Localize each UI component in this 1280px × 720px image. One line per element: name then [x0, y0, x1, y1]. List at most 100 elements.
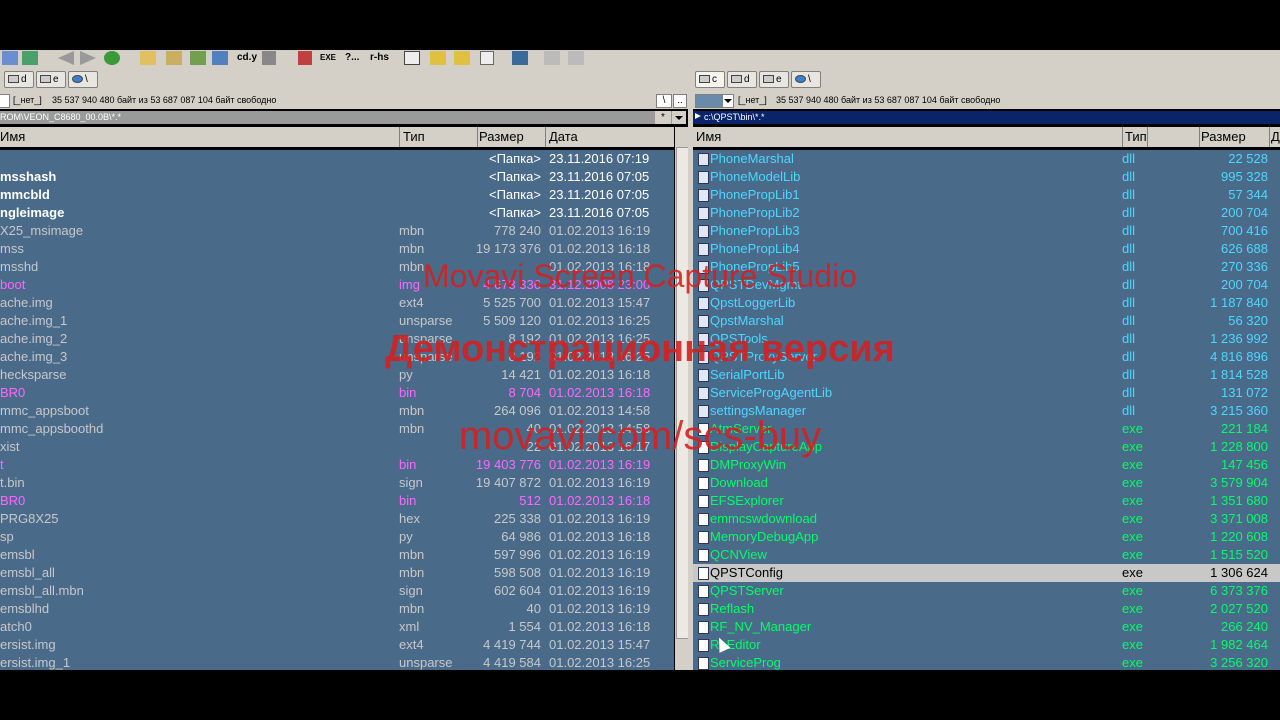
filter-icon[interactable] — [166, 51, 182, 65]
view-icon[interactable] — [140, 51, 156, 65]
table-row[interactable]: BR0 bin 8 704 01.02.2013 16:18 — [0, 384, 674, 402]
table-row[interactable]: PhoneModelLib dll 995 328 — [693, 168, 1280, 186]
table-row[interactable]: mmcbld <Папка> 23.11.2016 07:05 — [0, 186, 674, 204]
right-drive-dropdown[interactable] — [722, 94, 734, 108]
file-type: exe — [1122, 601, 1143, 616]
refresh-icon[interactable] — [104, 51, 120, 65]
table-row[interactable]: PhonePropLib3 dll 700 416 — [693, 222, 1280, 240]
left-col-type[interactable]: Тип — [401, 127, 478, 147]
drive-icon — [8, 75, 19, 84]
edit-icon[interactable] — [404, 51, 420, 65]
left-col-date[interactable]: Дата — [549, 127, 673, 147]
table-row[interactable]: ersist.img ext4 4 419 744 01.02.2013 15:47 — [0, 636, 674, 654]
help-button[interactable]: ?... — [345, 52, 359, 64]
picture-icon[interactable] — [190, 51, 206, 65]
file-type: hex — [399, 511, 420, 526]
right-col-name[interactable]: Имя — [696, 127, 1123, 147]
cut-icon[interactable] — [298, 51, 312, 65]
left-dropdown-button[interactable] — [672, 111, 686, 124]
left-col-name[interactable]: Имя — [0, 127, 400, 147]
pointer-icon[interactable] — [262, 51, 276, 65]
table-row[interactable]: RLEditor exe 1 982 464 — [693, 636, 1280, 654]
table-row[interactable]: QpstLoggerLib dll 1 187 840 — [693, 294, 1280, 312]
right-drive-c[interactable]: c — [695, 71, 725, 88]
table-row[interactable]: ngleimage <Папка> 23.11.2016 07:05 — [0, 204, 674, 222]
table-row[interactable]: emsblhd mbn 40 01.02.2013 16:19 — [0, 600, 674, 618]
watermark-line1: Movavi Screen Capture Studio — [423, 258, 857, 294]
table-row[interactable]: msshash <Папка> 23.11.2016 07:05 — [0, 168, 674, 186]
table-row[interactable]: BR0 bin 512 01.02.2013 16:18 — [0, 492, 674, 510]
left-root-button[interactable]: \ — [656, 94, 672, 108]
exe-file-icon — [698, 513, 709, 526]
rhs-button[interactable]: r-hs — [370, 52, 389, 64]
copy-icon[interactable] — [212, 51, 228, 65]
file-type: exe — [1122, 583, 1143, 598]
table-row[interactable]: sp py 64 986 01.02.2013 16:18 — [0, 528, 674, 546]
file-size: 131 072 — [1221, 385, 1268, 400]
table-row[interactable]: PRG8X25 hex 225 338 01.02.2013 16:19 — [0, 510, 674, 528]
table-row[interactable]: MemoryDebugApp exe 1 220 608 — [693, 528, 1280, 546]
watermark-line3: movavi.com/scs-buy — [458, 414, 822, 458]
file-name: PhonePropLib3 — [710, 223, 800, 238]
table-row[interactable]: ServiceProg exe 3 256 320 — [693, 654, 1280, 670]
table-row[interactable]: Reflash exe 2 027 520 — [693, 600, 1280, 618]
tool-icon[interactable] — [544, 51, 560, 65]
folder2-icon[interactable] — [454, 51, 470, 65]
left-col-size[interactable]: Размер — [479, 127, 546, 147]
monitor-icon[interactable] — [512, 51, 528, 65]
table-row[interactable]: QPSTServer exe 6 373 376 — [693, 582, 1280, 600]
table-row[interactable]: atch0 xml 1 554 01.02.2013 16:18 — [0, 618, 674, 636]
right-col-type[interactable]: Тип — [1124, 127, 1200, 153]
table-row[interactable]: ersist.img_1 unsparse 4 419 584 01.02.2013 … — [0, 654, 674, 670]
right-drive-d[interactable]: d — [727, 71, 757, 88]
table-row[interactable]: emsbl mbn 597 996 01.02.2013 16:19 — [0, 546, 674, 564]
tool2-icon[interactable] — [568, 51, 584, 65]
table-row[interactable]: emsbl_all mbn 598 508 01.02.2013 16:19 — [0, 564, 674, 582]
table-row[interactable]: <Папка> 23.11.2016 07:19 — [0, 150, 674, 168]
left-scrollbar[interactable] — [675, 127, 689, 670]
right-drive-root[interactable]: \ — [791, 71, 821, 88]
file-name: PhonePropLib4 — [710, 241, 800, 256]
table-row[interactable]: PhoneMarshal dll 22 528 — [693, 150, 1280, 168]
right-col-date[interactable]: Д — [1271, 127, 1280, 147]
table-row[interactable]: ServiceProgAgentLib dll 131 072 — [693, 384, 1280, 402]
right-drive-select[interactable] — [695, 94, 723, 108]
cmd-button[interactable]: cd.y — [237, 52, 257, 64]
left-drive-select[interactable] — [0, 94, 10, 108]
table-row[interactable]: RF_NV_Manager exe 266 240 — [693, 618, 1280, 636]
file-size: 57 344 — [1228, 187, 1268, 202]
table-row[interactable]: emsbl_all.mbn sign 602 604 01.02.2013 16:19 — [0, 582, 674, 600]
left-drive-d[interactable]: d — [4, 71, 34, 88]
table-row[interactable]: PhonePropLib2 dll 200 704 — [693, 204, 1280, 222]
table-row[interactable]: X25_msimage mbn 778 240 01.02.2013 16:19 — [0, 222, 674, 240]
network-icon[interactable] — [22, 51, 38, 65]
file-date: 23.11.2016 07:05 — [549, 205, 650, 220]
table-row[interactable]: t.bin sign 19 407 872 01.02.2013 16:19 — [0, 474, 674, 492]
table-row[interactable]: PhonePropLib1 dll 57 344 — [693, 186, 1280, 204]
table-row[interactable]: ache.img ext4 5 525 700 01.02.2013 15:47 — [0, 294, 674, 312]
right-column-header: Имя Тип Размер Д — [693, 127, 1280, 153]
grid-icon[interactable] — [480, 51, 494, 65]
table-row[interactable]: emmcswdownload exe 3 371 008 — [693, 510, 1280, 528]
table-row[interactable]: mss mbn 19 173 376 01.02.2013 16:18 — [0, 240, 674, 258]
left-star-button[interactable]: * — [655, 111, 671, 124]
table-row[interactable]: Download exe 3 579 904 — [693, 474, 1280, 492]
folder-icon[interactable] — [430, 51, 446, 65]
right-col-size[interactable]: Размер — [1201, 127, 1270, 147]
right-drive-e[interactable]: e — [759, 71, 789, 88]
left-drive-e[interactable]: e — [36, 71, 66, 88]
file-name: mmcbld — [0, 187, 50, 202]
table-row[interactable]: QPSTConfig exe 1 306 624 — [693, 564, 1280, 582]
forward-arrow-icon[interactable] — [80, 51, 96, 65]
table-row[interactable]: QCNView exe 1 515 520 — [693, 546, 1280, 564]
table-row[interactable]: EFSExplorer exe 1 351 680 — [693, 492, 1280, 510]
connect-icon[interactable] — [2, 51, 18, 65]
left-up-button[interactable]: .. — [673, 94, 687, 108]
left-drive-root[interactable]: \ — [68, 71, 98, 88]
file-name: mss — [0, 241, 24, 256]
network-drive-icon — [795, 75, 806, 84]
table-row[interactable]: PhonePropLib4 dll 626 688 — [693, 240, 1280, 258]
back-arrow-icon[interactable] — [58, 51, 74, 65]
exe-button[interactable]: EXE — [320, 52, 336, 64]
file-type: bin — [399, 385, 417, 400]
